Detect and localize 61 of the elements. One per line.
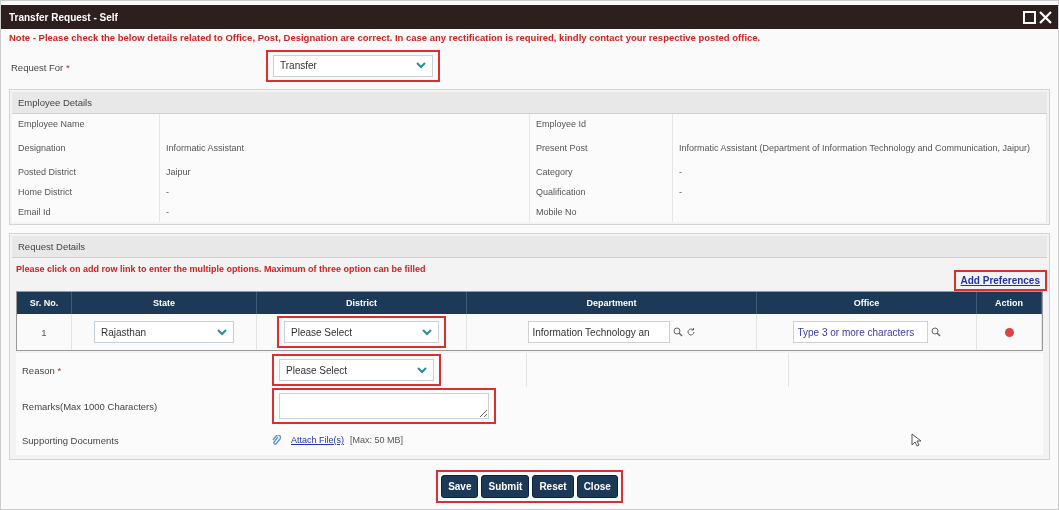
department-field[interactable]: Information Technology an	[527, 321, 670, 343]
search-icon[interactable]	[672, 327, 683, 337]
detail-label: Employee Id	[530, 114, 673, 134]
column-header: Sr. No.	[17, 292, 72, 314]
detail-value: Jaipur	[160, 162, 530, 182]
district-select[interactable]: Please Select	[284, 321, 439, 343]
detail-label: Mobile No	[530, 202, 673, 222]
chevron-down-icon	[416, 62, 426, 70]
field-label: Request For *	[11, 61, 70, 73]
add-preferences-link[interactable]: Add Preferences	[960, 275, 1040, 286]
column-header: Department	[467, 292, 757, 314]
instruction-text: Please click on add row link to enter the multiple options. Maximum of three option can be filled	[15, 263, 427, 274]
detail-label: Qualification	[530, 182, 673, 202]
field-label: Supporting Documents	[22, 434, 119, 446]
detail-value: Informatic Assistant (Department of Information Technology and Communication, Jaipur)	[673, 134, 1047, 162]
paperclip-icon	[272, 434, 281, 446]
detail-value: -	[160, 202, 530, 222]
column-header: Action	[977, 292, 1042, 314]
remarks-field[interactable]	[279, 393, 489, 419]
search-icon[interactable]	[930, 327, 941, 337]
field-label: Remarks(Max 1000 Characters)	[22, 400, 158, 412]
detail-value: -	[673, 162, 1047, 182]
column-header: District	[257, 292, 467, 314]
detail-value: -	[160, 182, 530, 202]
column-header: Office	[757, 292, 977, 314]
action-button[interactable]: Close	[576, 475, 618, 498]
maximize-icon[interactable]	[1023, 10, 1036, 24]
required-mark: *	[65, 61, 70, 73]
detail-value: Informatic Assistant	[160, 134, 530, 162]
detail-label: Email Id	[12, 202, 160, 222]
refresh-icon[interactable]	[685, 327, 696, 337]
delete-row-icon[interactable]	[1004, 327, 1014, 337]
attach-files-link[interactable]: Attach File(s)	[291, 435, 344, 445]
reason-select[interactable]: Please Select	[279, 359, 434, 381]
detail-value: -	[673, 182, 1047, 202]
detail-label: Posted District	[12, 162, 160, 182]
detail-label: Present Post	[530, 134, 673, 162]
mouse-pointer-icon	[910, 433, 921, 447]
action-button[interactable]: Save	[441, 475, 479, 498]
state-select[interactable]: Rajasthan	[94, 321, 234, 343]
request-for-select[interactable]: Transfer	[273, 54, 433, 77]
detail-label: Designation	[12, 134, 160, 162]
panel-heading: Request Details	[12, 236, 1047, 258]
required-mark: *	[57, 364, 62, 376]
office-field[interactable]: Type 3 or more characters	[792, 321, 928, 343]
action-button[interactable]: Submit	[481, 475, 530, 498]
size-limit-text: [Max: 50 MB]	[350, 435, 404, 445]
chevron-down-icon	[422, 328, 432, 336]
chevron-down-icon	[417, 366, 427, 374]
window-title: Transfer Request - Self	[9, 11, 119, 23]
action-button[interactable]: Reset	[532, 475, 574, 498]
detail-label: Employee Name	[12, 114, 160, 134]
chevron-down-icon	[217, 328, 227, 336]
column-header: State	[72, 292, 257, 314]
panel-heading: Employee Details	[12, 92, 1047, 114]
note-text: Note - Please check the below details related to Office, Post, Designation are correct. In case any rectification is required, kindly contact your respective posted office.	[8, 31, 762, 46]
field-label: Reason *	[22, 364, 62, 376]
close-icon[interactable]	[1039, 10, 1052, 24]
detail-label: Category	[530, 162, 673, 182]
detail-label: Home District	[12, 182, 160, 202]
table-cell: 1	[41, 326, 47, 338]
